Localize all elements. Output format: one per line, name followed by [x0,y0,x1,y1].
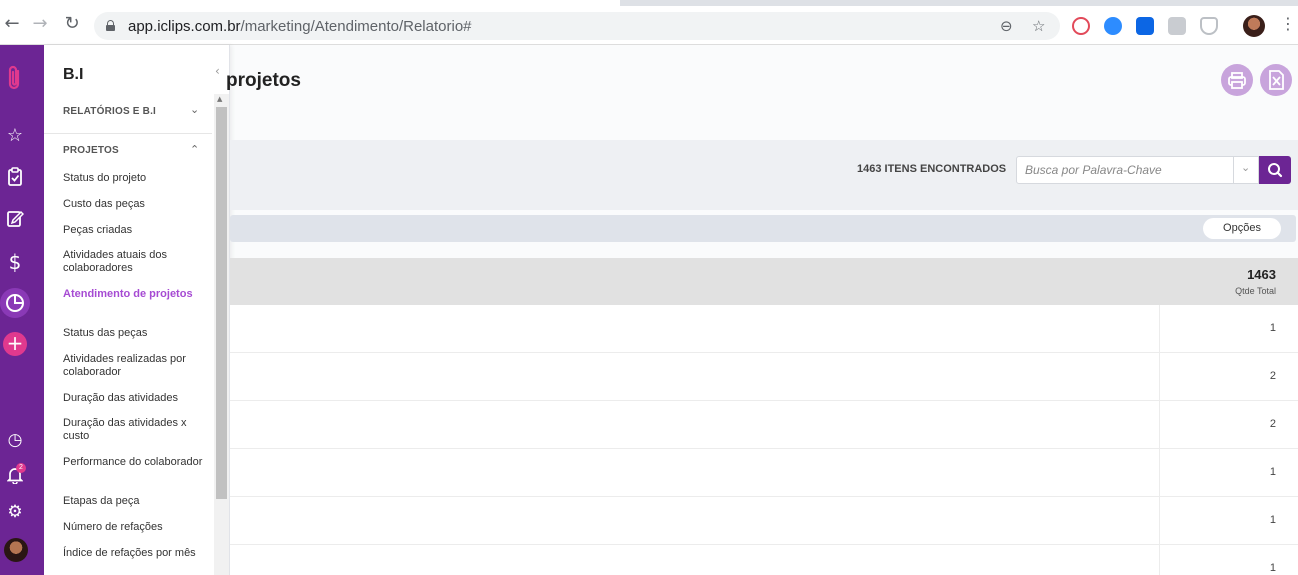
collapse-panel-icon[interactable]: ‹ [215,64,220,78]
url-text: app.iclips.com.br/marketing/Atendimento/… [128,18,472,35]
browser-menu-icon[interactable]: ⋮ [1280,14,1296,33]
scrollbar-thumb[interactable] [216,107,227,499]
zoom-extension-icon[interactable] [1104,17,1122,35]
menu-item-etapas-peca[interactable]: Etapas da peça [63,495,139,508]
table-header: 1463 Qtde Total [230,258,1298,305]
extension-1-icon[interactable] [1072,17,1090,35]
shield-extension-icon[interactable] [1200,17,1218,35]
search-button[interactable] [1259,156,1291,184]
menu-item-custo-pecas[interactable]: Custo das peças [63,198,145,211]
menu-item-indice-refacoes[interactable]: Índice de refações por mês [63,547,196,560]
bi-menu-panel: B.I ‹ RELATÓRIOS E B.I ⌄ PROJETOS ⌃ Stat… [44,45,230,575]
divider [44,133,212,134]
row-count: 1 [1269,514,1276,526]
star-icon[interactable]: ☆ [4,125,26,146]
lock-icon [106,20,115,31]
options-strip [230,215,1296,242]
notification-badge: 2 [16,463,26,473]
reload-icon[interactable]: ↻ [62,14,82,34]
clipboard-check-icon[interactable] [4,167,26,192]
menu-item-performance[interactable]: Performance do colaborador [63,456,202,469]
dropdown-divider [1233,157,1234,183]
zoom-icon[interactable]: ⊖ [1000,17,1013,35]
panel-title: B.I [63,66,84,83]
pie-chart-icon[interactable] [0,288,30,318]
search-icon [1268,163,1283,178]
browser-toolbar: ← → ↻ app.iclips.com.br/marketing/Atendi… [0,0,1298,45]
plus-icon[interactable]: + [3,332,27,356]
app-rail: ☆ $ + ◷ 2 ⚙ [0,45,44,575]
user-avatar[interactable] [4,538,28,562]
table-row[interactable]: 1 [230,497,1298,545]
extension-m-icon[interactable] [1168,17,1186,35]
bookmark-star-icon[interactable]: ☆ [1032,17,1045,35]
trello-extension-icon[interactable] [1136,17,1154,35]
excel-file-icon [1269,70,1284,90]
url-path: /marketing/Atendimento/Relatorio# [240,18,472,35]
search-input[interactable] [1025,163,1225,177]
table-row[interactable]: 2 [230,401,1298,449]
edit-icon[interactable] [4,209,26,234]
menu-item-status-pecas[interactable]: Status das peças [63,327,147,340]
options-button[interactable]: Opções [1203,218,1281,239]
chevron-down-icon[interactable]: ⌄ [190,103,199,116]
menu-item-pecas-criadas[interactable]: Peças criadas [63,224,132,237]
total-label: Qtde Total [1235,286,1276,296]
menu-item-atividades-atuais[interactable]: Atividades atuais dos colaboradores [63,249,203,275]
search-field[interactable]: ⌄ [1016,156,1259,184]
section-relatorios[interactable]: RELATÓRIOS E B.I [63,106,156,117]
row-count: 1 [1269,562,1276,574]
dollar-icon[interactable]: $ [4,250,26,274]
tab-strip [0,0,1298,6]
menu-item-duracao-custo[interactable]: Duração das atividades x custo [63,417,203,443]
forward-icon[interactable]: → [30,14,50,34]
row-count: 2 [1269,370,1276,382]
url-host: app.iclips.com.br [128,18,241,35]
print-button[interactable] [1221,64,1253,96]
row-count: 2 [1269,418,1276,430]
chevron-down-icon[interactable]: ⌄ [1241,161,1250,174]
profile-avatar[interactable] [1243,15,1265,37]
section-projetos[interactable]: PROJETOS [63,145,119,156]
total-value: 1463 [1247,267,1276,282]
menu-item-numero-refacoes[interactable]: Número de refações [63,521,163,534]
print-icon [1228,72,1246,89]
page-title: projetos [226,70,301,91]
items-found-count: 1463 ITENS ENCONTRADOS [857,163,1007,175]
clock-icon[interactable]: ◷ [4,430,26,450]
table-row[interactable]: 1 [230,449,1298,497]
row-count: 1 [1269,322,1276,334]
chevron-up-icon[interactable]: ⌃ [190,143,199,156]
gear-icon[interactable]: ⚙ [4,502,26,522]
menu-item-atendimento-projetos[interactable]: Atendimento de projetos [63,288,193,301]
row-count: 1 [1269,466,1276,478]
paperclip-logo-icon[interactable] [4,65,26,97]
scroll-up-icon[interactable]: ▲ [217,95,222,103]
menu-item-duracao-atividades[interactable]: Duração das atividades [63,392,178,405]
table-row[interactable]: 1 [230,305,1298,353]
address-bar[interactable]: app.iclips.com.br/marketing/Atendimento/… [94,12,1060,40]
menu-item-status-projeto[interactable]: Status do projeto [63,172,146,185]
active-tab[interactable] [0,0,620,6]
table-row[interactable]: 1 [230,545,1298,575]
back-icon[interactable]: ← [2,14,22,34]
menu-item-atividades-realizadas[interactable]: Atividades realizadas por colaborador [63,353,203,379]
export-excel-button[interactable] [1260,64,1292,96]
table-row[interactable]: 2 [230,353,1298,401]
